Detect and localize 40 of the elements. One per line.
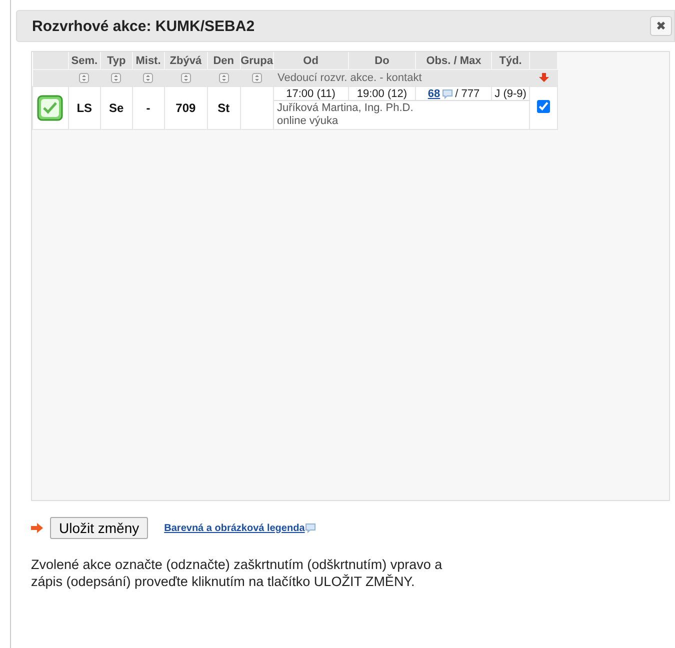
sort-icon[interactable] xyxy=(143,73,154,83)
table-cell: J (9-9) xyxy=(492,86,530,100)
check-icon[interactable] xyxy=(37,95,64,121)
teacher-name: Juříková Martina, Ing. Ph.D. xyxy=(276,102,414,115)
table-cell: 19:00 (12) xyxy=(348,86,416,100)
column-header: Obs. / Max xyxy=(416,52,492,70)
row-checkbox[interactable] xyxy=(537,100,550,113)
column-header: Vedoucí rozvr. akce. - kontakt xyxy=(273,70,530,86)
column-header: Do xyxy=(348,52,416,70)
table-cell: LS xyxy=(68,86,100,130)
table-cell: - xyxy=(132,86,164,130)
column-header: Grupa xyxy=(240,52,274,70)
sort-icon[interactable] xyxy=(252,73,262,83)
column-header: Týd. xyxy=(492,52,530,70)
sort-icon[interactable] xyxy=(180,73,191,83)
right-arrow-icon xyxy=(31,523,44,533)
comment-icon[interactable] xyxy=(442,88,454,98)
close-button[interactable]: ✖ xyxy=(650,16,672,36)
save-button[interactable]: Uložit změny xyxy=(50,517,148,539)
column-header: Zbývá xyxy=(164,52,208,70)
column-header: Od xyxy=(273,52,348,70)
table-cell: / 777 xyxy=(455,88,480,100)
table-cell: 709 xyxy=(164,86,208,130)
legend-link[interactable]: Barevná a obrázková legenda xyxy=(164,522,305,534)
column-header: Typ xyxy=(100,52,132,70)
table-cell: St xyxy=(207,86,240,130)
comment-icon[interactable] xyxy=(304,523,316,533)
sort-icon[interactable] xyxy=(218,73,229,83)
count-link[interactable]: 68 xyxy=(428,88,440,100)
instruction-text: Zvolené akce označte (odznačte) zaškrtnutím (odškrtnutím) vpravo a zápis (odepsání) proveďte kliknutím na tlačítko ULOŽIT ZMĚNY. xyxy=(31,556,444,590)
dialog-title: Rozvrhové akce: KUMK/SEBA2 xyxy=(32,18,255,34)
sort-icon[interactable] xyxy=(79,73,90,83)
column-header: Den xyxy=(207,52,240,70)
down-arrow-icon[interactable] xyxy=(538,73,550,83)
table-cell: Se xyxy=(100,86,132,130)
column-header: Sem. xyxy=(68,52,100,70)
table-cell: 17:00 (11) xyxy=(273,86,348,100)
column-header: Mist. xyxy=(132,52,164,70)
sort-icon[interactable] xyxy=(111,73,122,83)
note-text: online výuka xyxy=(276,115,340,128)
